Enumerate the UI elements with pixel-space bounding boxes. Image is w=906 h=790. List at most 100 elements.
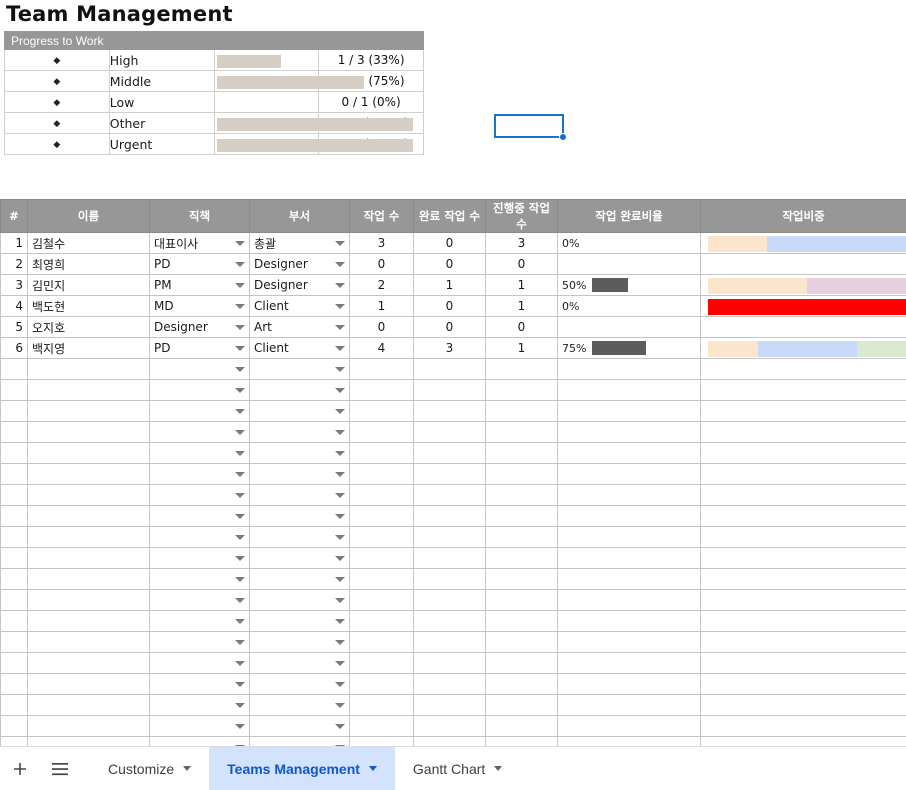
selected-cell[interactable] xyxy=(494,114,564,138)
chevron-down-icon[interactable] xyxy=(235,556,245,561)
column-header[interactable]: 작업 수 xyxy=(349,199,414,233)
cell-position-dropdown[interactable]: PD xyxy=(149,253,250,275)
chevron-down-icon[interactable] xyxy=(335,682,345,687)
chevron-down-icon[interactable] xyxy=(335,598,345,603)
cell-name[interactable]: 오지호 xyxy=(27,316,150,338)
chevron-down-icon[interactable] xyxy=(235,577,245,582)
cell-position-dropdown[interactable] xyxy=(149,484,250,506)
cell-department-dropdown[interactable] xyxy=(249,358,350,380)
cell-department-dropdown[interactable] xyxy=(249,568,350,590)
cell-position-dropdown[interactable]: PD xyxy=(149,337,250,359)
column-header[interactable]: 진행중 작업 수 xyxy=(485,199,558,233)
cell-name[interactable] xyxy=(27,610,150,632)
chevron-down-icon[interactable] xyxy=(335,346,345,351)
cell-name[interactable] xyxy=(27,568,150,590)
chevron-down-icon[interactable] xyxy=(235,283,245,288)
chevron-down-icon[interactable] xyxy=(335,493,345,498)
cell-department-dropdown[interactable]: Designer xyxy=(249,274,350,296)
chevron-down-icon[interactable] xyxy=(235,346,245,351)
cell-department-dropdown[interactable]: Client xyxy=(249,295,350,317)
cell-department-dropdown[interactable] xyxy=(249,463,350,485)
column-header[interactable]: 작업 완료비율 xyxy=(557,199,701,233)
chevron-down-icon[interactable] xyxy=(335,619,345,624)
chevron-down-icon[interactable] xyxy=(335,703,345,708)
cell-position-dropdown[interactable] xyxy=(149,463,250,485)
chevron-down-icon[interactable] xyxy=(235,409,245,414)
chevron-down-icon[interactable] xyxy=(235,682,245,687)
chevron-down-icon[interactable] xyxy=(235,535,245,540)
chevron-down-icon[interactable] xyxy=(335,577,345,582)
chevron-down-icon[interactable] xyxy=(235,472,245,477)
cell-name[interactable] xyxy=(27,631,150,653)
cell-name[interactable] xyxy=(27,505,150,527)
column-header[interactable]: 완료 작업 수 xyxy=(413,199,486,233)
cell-department-dropdown[interactable]: Art xyxy=(249,316,350,338)
cell-name[interactable] xyxy=(27,694,150,716)
column-header[interactable]: 이름 xyxy=(27,199,150,233)
chevron-down-icon[interactable] xyxy=(335,325,345,330)
cell-name[interactable] xyxy=(27,484,150,506)
chevron-down-icon[interactable] xyxy=(235,430,245,435)
chevron-down-icon[interactable] xyxy=(335,283,345,288)
cell-name[interactable]: 백지영 xyxy=(27,337,150,359)
cell-department-dropdown[interactable] xyxy=(249,547,350,569)
chevron-down-icon[interactable] xyxy=(335,556,345,561)
cell-department-dropdown[interactable] xyxy=(249,610,350,632)
cell-position-dropdown[interactable] xyxy=(149,589,250,611)
cell-department-dropdown[interactable]: Designer xyxy=(249,253,350,275)
column-header[interactable]: 직책 xyxy=(149,199,250,233)
chevron-down-icon[interactable] xyxy=(235,724,245,729)
cell-department-dropdown[interactable] xyxy=(249,589,350,611)
cell-department-dropdown[interactable] xyxy=(249,715,350,737)
chevron-down-icon[interactable] xyxy=(335,451,345,456)
cell-name[interactable] xyxy=(27,673,150,695)
chevron-down-icon[interactable] xyxy=(335,472,345,477)
chevron-down-icon[interactable] xyxy=(335,640,345,645)
cell-name[interactable] xyxy=(27,358,150,380)
chevron-down-icon[interactable] xyxy=(335,304,345,309)
chevron-down-icon[interactable] xyxy=(335,241,345,246)
cell-position-dropdown[interactable] xyxy=(149,694,250,716)
chevron-down-icon[interactable] xyxy=(235,493,245,498)
chevron-down-icon[interactable] xyxy=(335,535,345,540)
cell-name[interactable] xyxy=(27,652,150,674)
chevron-down-icon[interactable] xyxy=(235,451,245,456)
cell-department-dropdown[interactable] xyxy=(249,442,350,464)
chevron-down-icon[interactable] xyxy=(235,367,245,372)
chevron-down-icon[interactable] xyxy=(335,430,345,435)
cell-position-dropdown[interactable]: 대표이사 xyxy=(149,232,250,254)
cell-department-dropdown[interactable] xyxy=(249,526,350,548)
cell-position-dropdown[interactable]: Designer xyxy=(149,316,250,338)
cell-position-dropdown[interactable] xyxy=(149,652,250,674)
cell-name[interactable] xyxy=(27,547,150,569)
cell-position-dropdown[interactable]: PM xyxy=(149,274,250,296)
cell-department-dropdown[interactable] xyxy=(249,505,350,527)
sheet-tab[interactable]: Gantt Chart xyxy=(395,747,520,790)
cell-department-dropdown[interactable] xyxy=(249,631,350,653)
cell-position-dropdown[interactable] xyxy=(149,568,250,590)
chevron-down-icon[interactable] xyxy=(235,703,245,708)
chevron-down-icon[interactable] xyxy=(235,304,245,309)
chevron-down-icon[interactable] xyxy=(335,409,345,414)
chevron-down-icon[interactable] xyxy=(494,766,503,771)
column-header[interactable]: 작업비중 xyxy=(700,199,906,233)
cell-department-dropdown[interactable]: Client xyxy=(249,337,350,359)
cell-name[interactable] xyxy=(27,421,150,443)
cell-name[interactable]: 김민지 xyxy=(27,274,150,296)
sheet-tab[interactable]: Teams Management xyxy=(209,746,395,790)
cell-position-dropdown[interactable] xyxy=(149,442,250,464)
chevron-down-icon[interactable] xyxy=(235,661,245,666)
cell-position-dropdown[interactable] xyxy=(149,715,250,737)
column-header[interactable]: # xyxy=(0,199,28,233)
cell-position-dropdown[interactable] xyxy=(149,400,250,422)
cell-department-dropdown[interactable] xyxy=(249,652,350,674)
chevron-down-icon[interactable] xyxy=(235,640,245,645)
cell-department-dropdown[interactable] xyxy=(249,484,350,506)
cell-name[interactable] xyxy=(27,463,150,485)
cell-department-dropdown[interactable] xyxy=(249,694,350,716)
cell-department-dropdown[interactable] xyxy=(249,379,350,401)
cell-name[interactable] xyxy=(27,400,150,422)
cell-name[interactable] xyxy=(27,715,150,737)
hamburger-menu-icon[interactable] xyxy=(40,747,80,790)
chevron-down-icon[interactable] xyxy=(235,325,245,330)
